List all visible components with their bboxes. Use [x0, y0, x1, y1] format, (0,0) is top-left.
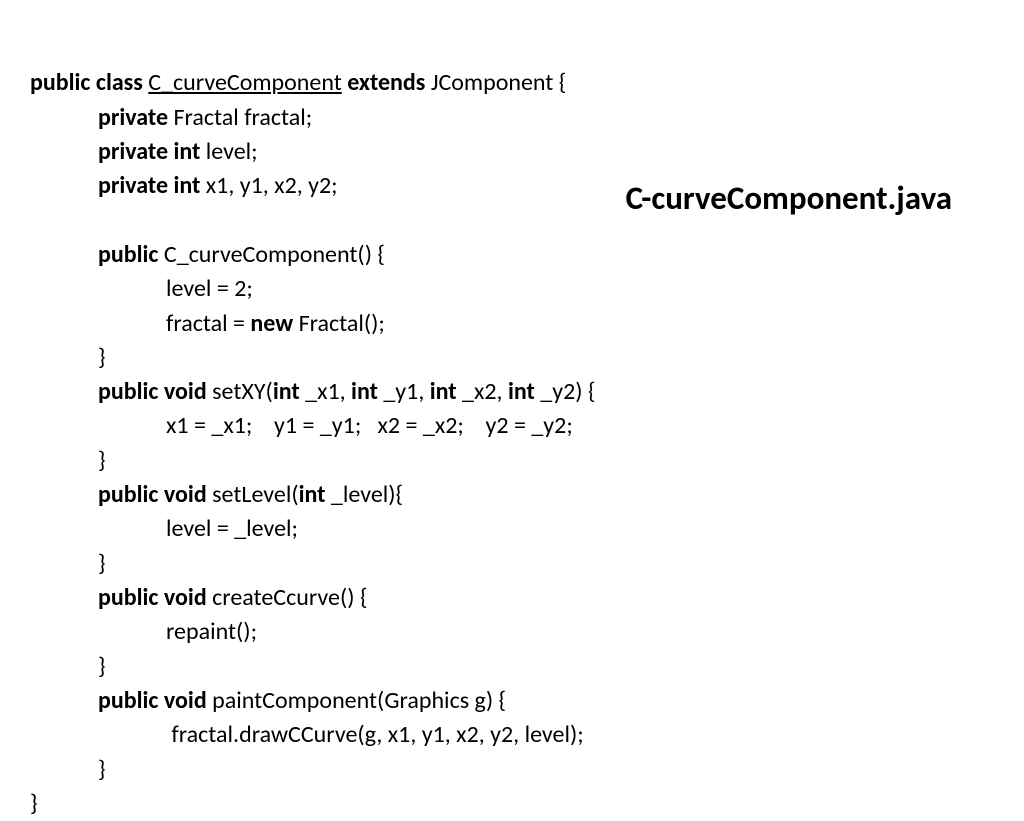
keyword: extends — [342, 68, 431, 97]
code-line: private int level; — [30, 135, 994, 169]
code-line: public void setXY(int _x1, int _y1, int … — [30, 375, 994, 409]
code-text: C_curveComponent() { — [164, 240, 385, 269]
code-text: _y1, — [383, 377, 429, 406]
keyword: private — [98, 103, 173, 132]
keyword: public void — [98, 480, 212, 509]
code-text: level; — [206, 137, 258, 166]
code-text: Fractal(); — [299, 309, 385, 338]
keyword: public void — [98, 686, 212, 715]
keyword: int — [430, 377, 462, 406]
keyword: private int — [98, 171, 206, 200]
code-line: fractal = new Fractal(); — [30, 307, 994, 341]
code-line: } — [30, 444, 994, 478]
code-text: _x2, — [462, 377, 508, 406]
keyword: int — [299, 480, 331, 509]
code-text: _y2) { — [540, 377, 595, 406]
code-text: x1, y1, x2, y2; — [206, 171, 338, 200]
code-text: paintComponent(Graphics g) { — [212, 686, 506, 715]
keyword: public void — [98, 377, 212, 406]
code-text: fractal = — [166, 309, 250, 338]
code-line: } — [30, 753, 994, 787]
code-line: x1 = _x1; y1 = _y1; x2 = _x2; y2 = _y2; — [30, 409, 994, 443]
code-line: level = 2; — [30, 272, 994, 306]
code-line: } — [30, 650, 994, 684]
keyword: public class — [30, 68, 148, 97]
code-line: public C_curveComponent() { — [30, 238, 994, 272]
code-line: } — [30, 341, 994, 375]
code-line: fractal.drawCCurve(g, x1, y1, x2, y2, le… — [30, 718, 994, 752]
keyword: int — [508, 377, 540, 406]
keyword: public — [98, 240, 164, 269]
class-name: C_curveComponent — [148, 68, 342, 97]
code-line: public void paintComponent(Graphics g) { — [30, 684, 994, 718]
code-text: setXY( — [212, 377, 273, 406]
code-text: Fractal fractal; — [173, 103, 312, 132]
keyword: private int — [98, 137, 206, 166]
code-line: public void createCcurve() { — [30, 581, 994, 615]
code-line: public void setLevel(int _level){ — [30, 478, 994, 512]
keyword: public void — [98, 583, 212, 612]
code-line: repaint(); — [30, 615, 994, 649]
file-title: C-curveComponent.java — [626, 178, 952, 218]
code-line: } — [30, 547, 994, 581]
code-line: } — [30, 789, 38, 818]
code-text: _x1, — [305, 377, 351, 406]
code-line: level = _level; — [30, 512, 994, 546]
code-line: private Fractal fractal; — [30, 101, 994, 135]
keyword: int — [273, 377, 305, 406]
code-text: createCcurve() { — [212, 583, 367, 612]
code-text: _level){ — [331, 480, 403, 509]
code-text: setLevel( — [212, 480, 298, 509]
code-block: public class C_curveComponent extends JC… — [30, 32, 994, 821]
code-text: JComponent { — [431, 68, 567, 97]
keyword: int — [351, 377, 383, 406]
code-line: public class C_curveComponent extends JC… — [30, 68, 566, 97]
keyword: new — [250, 309, 298, 338]
